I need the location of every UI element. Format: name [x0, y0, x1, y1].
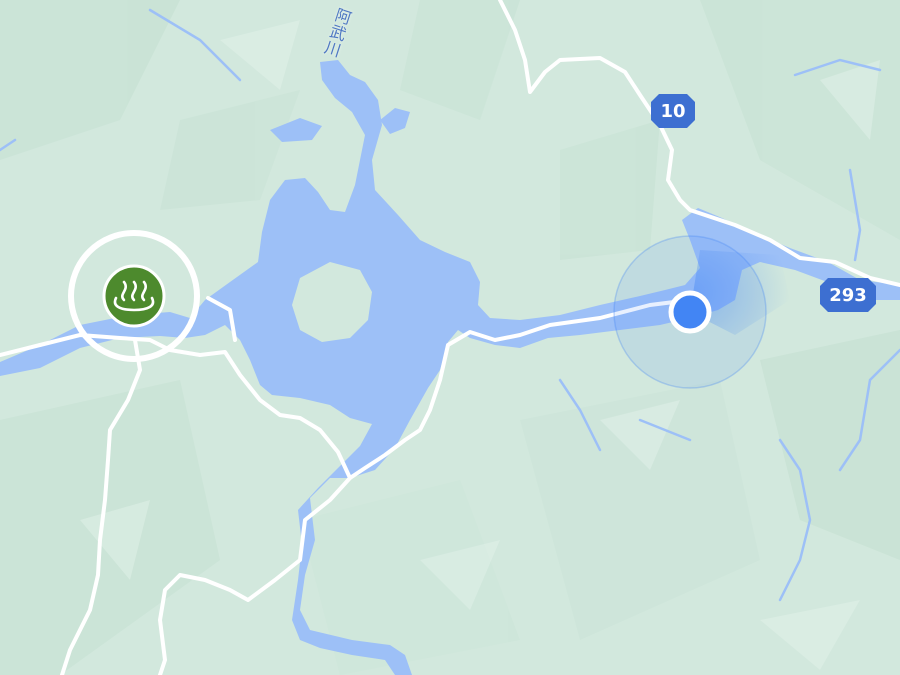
map-canvas[interactable]: [0, 0, 900, 675]
map-view[interactable]: 阿武川 10 293: [0, 0, 900, 675]
route-10-shield[interactable]: 10: [651, 94, 695, 128]
hot-spring-pin[interactable]: [102, 264, 166, 328]
route-293-shield[interactable]: 293: [820, 278, 876, 312]
my-location-dot[interactable]: [668, 290, 712, 334]
